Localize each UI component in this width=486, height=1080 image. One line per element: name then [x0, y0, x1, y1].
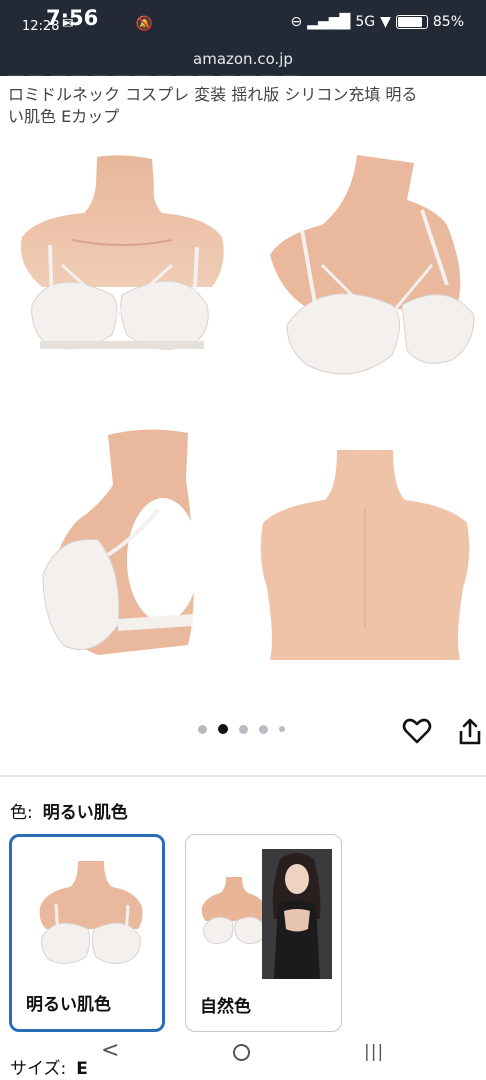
- carousel-dot-active[interactable]: [218, 724, 228, 734]
- title-line-2: い肌色 Eカップ: [8, 107, 120, 126]
- battery-icon: [395, 15, 428, 29]
- wifi-icon: ▼: [380, 14, 391, 30]
- carousel-dot[interactable]: [239, 724, 248, 734]
- alarm-icon: ⊖: [290, 14, 303, 30]
- carousel-dot[interactable]: [198, 724, 207, 734]
- network-label: 5G: [355, 14, 376, 30]
- color-value: 明るい肌色: [42, 803, 128, 823]
- title-line-cut: ― ― ― ― ― ― ― ― ― ― ― ― ― ―: [8, 70, 299, 84]
- product-title: ― ― ― ― ― ― ― ― ― ― ― ― ― ― ロミドルネック コスプレ…: [8, 70, 478, 128]
- swatch-label: 明るい肌色: [26, 995, 111, 1015]
- battery-level: 85%: [432, 14, 464, 30]
- browser-top-bar: 12:28 7:56 ✉ 🔕 ⊖ ▂▄▆█ 5G ▼ 85% amazon.co…: [0, 0, 486, 76]
- mute-icon: 🔕: [135, 16, 154, 32]
- status-right: ⊖ ▂▄▆█ 5G ▼ 85%: [291, 14, 464, 30]
- signal-icon: ▂▄▆█: [307, 14, 351, 30]
- heart-icon[interactable]: [402, 716, 432, 746]
- swatch-image-natural: [201, 877, 267, 945]
- share-icon[interactable]: [457, 717, 483, 747]
- url-bar[interactable]: amazon.co.jp: [0, 50, 486, 68]
- product-image-angled[interactable]: [262, 155, 477, 400]
- swatch-natural[interactable]: 自然色: [185, 834, 342, 1032]
- product-image-back[interactable]: [255, 448, 473, 663]
- nav-back-button[interactable]: <: [101, 1038, 119, 1063]
- title-line-1: ロミドルネック コスプレ 変装 揺れ版 シリコン充填 明る: [8, 85, 418, 104]
- nav-recent-button[interactable]: |||: [364, 1042, 384, 1062]
- size-row: サイズ: E: [10, 1054, 88, 1079]
- mail-icon: ✉: [62, 16, 74, 32]
- product-image-side[interactable]: [38, 425, 203, 665]
- swatch-image-light: [39, 861, 143, 964]
- color-row: 色: 明るい肌色: [10, 798, 128, 823]
- swatch-light-skin[interactable]: 明るい肌色: [9, 834, 165, 1032]
- model-photo: [262, 849, 332, 979]
- size-value: E: [76, 1059, 88, 1079]
- color-label: 色:: [10, 803, 33, 823]
- swatch-label: 自然色: [200, 997, 251, 1017]
- divider: [0, 775, 486, 777]
- carousel-dot[interactable]: [259, 724, 268, 734]
- nav-home-button[interactable]: [233, 1044, 250, 1061]
- carousel-dots[interactable]: [198, 724, 285, 734]
- screen: 12:28 7:56 ✉ 🔕 ⊖ ▂▄▆█ 5G ▼ 85% amazon.co…: [0, 0, 486, 1080]
- notification-icons: ✉ 🔕: [62, 16, 153, 32]
- carousel-dot[interactable]: [279, 726, 285, 732]
- size-label: サイズ:: [10, 1059, 67, 1079]
- product-image-front[interactable]: [12, 155, 232, 395]
